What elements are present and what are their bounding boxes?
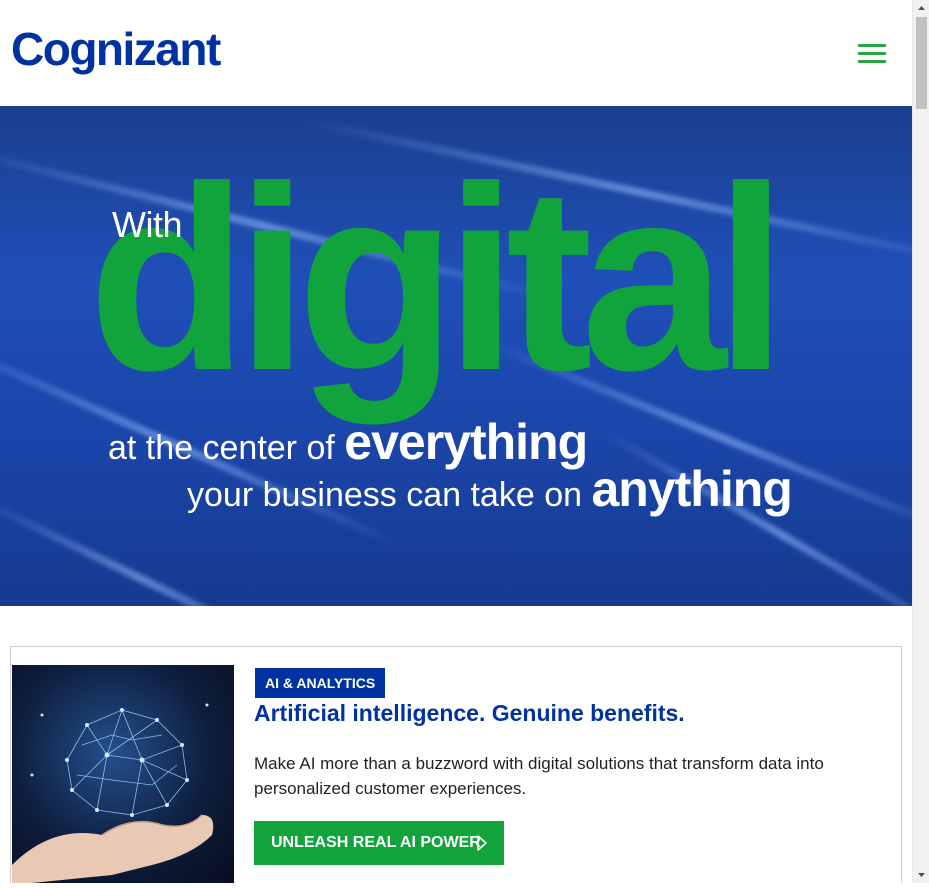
play-arrow-icon xyxy=(477,835,487,851)
brain-network-graphic xyxy=(12,703,214,883)
feature-card: AI & ANALYTICS Artificial intelligence. … xyxy=(10,646,902,883)
card-description: Make AI more than a buzzword with digita… xyxy=(254,754,824,798)
menu-bar xyxy=(858,60,886,63)
hero-tagline-line2: your business can take on anything xyxy=(187,460,793,518)
site-header: Cognizant xyxy=(0,0,912,106)
scroll-up-arrow-icon[interactable] xyxy=(913,0,929,17)
hamburger-menu-icon[interactable] xyxy=(858,44,888,66)
scrollbar-thumb[interactable] xyxy=(916,17,927,109)
hero-digital-word: digital xyxy=(88,132,787,425)
unleash-ai-button[interactable]: UNLEASH REAL AI POWER xyxy=(254,821,504,865)
page: Cognizant digital With at the center of … xyxy=(0,0,912,883)
cognizant-logo[interactable]: Cognizant xyxy=(11,22,221,76)
ai-brain-hand-image xyxy=(12,665,234,883)
card-title[interactable]: Artificial intelligence. Genuine benefit… xyxy=(254,700,685,727)
hero-banner[interactable]: digital With at the center of everything… xyxy=(0,106,912,606)
vertical-scrollbar[interactable] xyxy=(912,0,929,883)
scroll-down-arrow-icon[interactable] xyxy=(913,866,929,883)
hero-with-word: With xyxy=(112,204,183,245)
hero-line2-emphasis: anything xyxy=(591,461,792,517)
hero-line2-prefix: your business can take on xyxy=(187,476,592,514)
category-tag[interactable]: AI & ANALYTICS xyxy=(255,668,386,698)
cta-label: UNLEASH REAL AI POWER xyxy=(271,834,481,851)
menu-bar xyxy=(858,44,886,47)
menu-bar xyxy=(858,52,886,55)
